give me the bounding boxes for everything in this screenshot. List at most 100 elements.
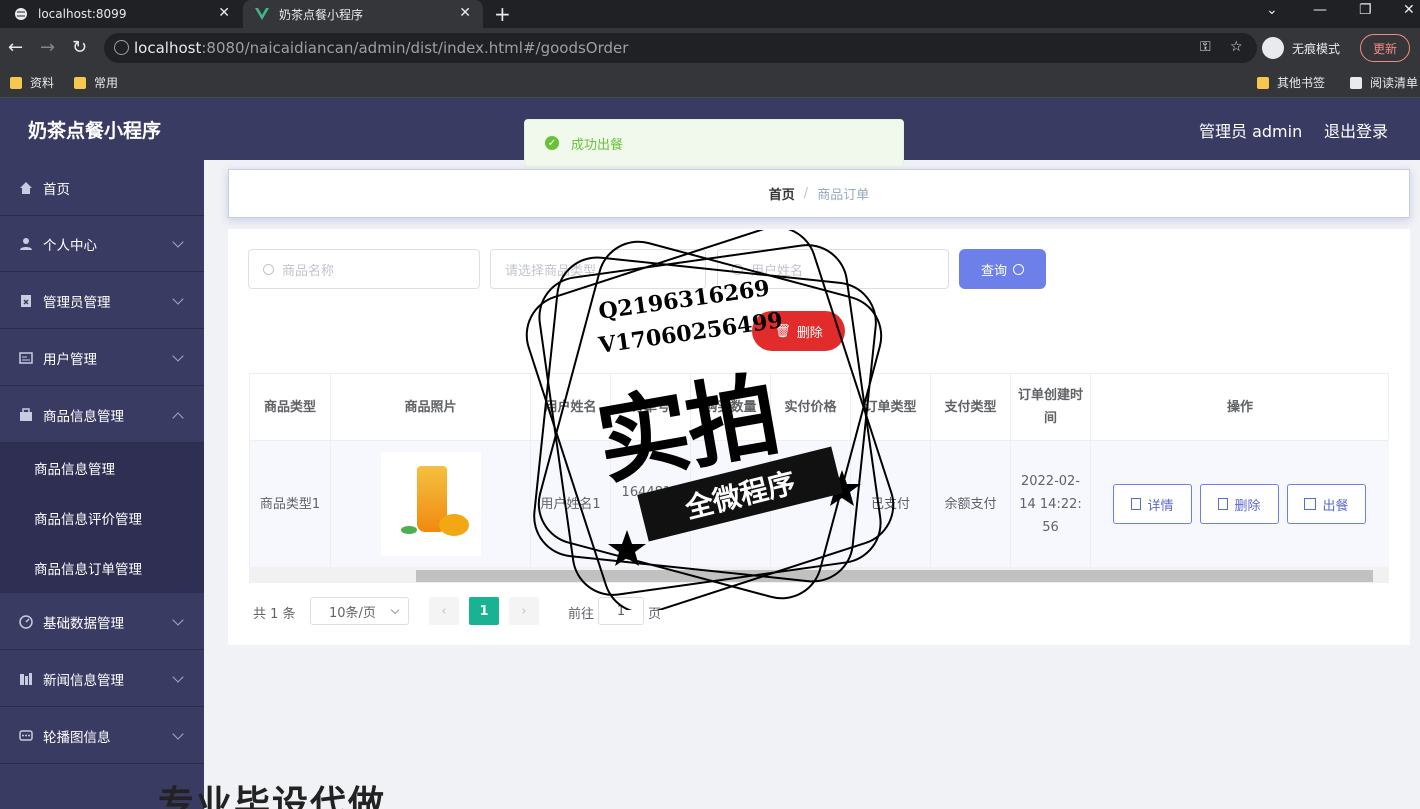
delete-label: 删除 (796, 325, 823, 341)
browser-toolbar: ← → ↻ localhost:8080/naicaidiancan/admin… (0, 28, 1420, 68)
cell-pay-type: 余额支付 (931, 441, 1011, 567)
incognito-label: 无痕模式 (1292, 41, 1341, 56)
goto-unit: 页 (648, 607, 662, 622)
key-icon[interactable]: ⚿ (1200, 39, 1211, 55)
globe-icon (14, 7, 28, 21)
browser-tab-title: localhost:8099 (38, 7, 127, 21)
address-bar[interactable]: localhost:8080/naicaidiancan/admin/dist/… (104, 33, 1257, 63)
table-header: 实付价格 (771, 374, 851, 441)
bookmarks-bar: 资料 常用 其他书签 阅读清单 (0, 68, 1420, 98)
current-user: 管理员 admin (1199, 122, 1303, 141)
browser-tabbar: localhost:8099 ✕ 奶茶点餐小程序 ✕ + ⌄ — ❐ ✕ (0, 0, 1420, 28)
goods-type-select[interactable]: 请选择商品类型 (490, 249, 706, 289)
new-tab-icon[interactable]: + (494, 2, 511, 26)
users-icon (18, 350, 33, 365)
sidebar-item-label: 基础数据管理 (43, 615, 124, 632)
success-toast: ✓ 成功出餐 (524, 119, 904, 167)
input-placeholder: 商品名称 (282, 263, 335, 279)
table-header: 支付类型 (931, 374, 1011, 441)
reading-list-icon (1350, 76, 1362, 89)
bookmark-label: 其他书签 (1277, 76, 1326, 90)
reading-list[interactable]: 阅读清单 (1350, 74, 1418, 91)
cell-goods-type: 商品类型1 (250, 441, 331, 567)
close-window-icon[interactable]: ✕ (1403, 2, 1415, 18)
sidebar-item-label: 商品信息管理 (43, 408, 124, 425)
sidebar-item-basic-data[interactable]: 基础数据管理 (0, 594, 204, 650)
sidebar-subitem-goods-info[interactable]: 商品信息管理 (0, 443, 204, 493)
page-size-value: 10条/页 (329, 605, 376, 621)
sidebar-item-news[interactable]: 新闻信息管理 (0, 651, 204, 707)
table-header: 操作 (1091, 374, 1389, 441)
search-icon (1013, 263, 1024, 275)
goods-photo (380, 452, 481, 556)
breadcrumb-home[interactable]: 首页 (769, 184, 795, 203)
logout-link[interactable]: 退出登录 (1324, 118, 1388, 142)
goto-page-input[interactable]: 1 (598, 597, 644, 625)
incognito-indicator[interactable]: 无痕模式 (1262, 33, 1340, 63)
sidebar-item-carousel[interactable]: 轮播图信息 (0, 708, 204, 764)
sidebar-item-home[interactable]: 首页 (0, 160, 204, 216)
sidebar-item-goods[interactable]: 商品信息管理 (0, 387, 204, 443)
check-circle-icon: ✓ (545, 136, 559, 150)
sidebar-item-admins[interactable]: 管理员管理 (0, 273, 204, 329)
query-label: 查询 (980, 263, 1007, 279)
detail-label: 详情 (1147, 498, 1174, 514)
home-icon (18, 180, 33, 195)
close-icon[interactable]: ✕ (218, 5, 230, 21)
bookmark-folder[interactable]: 其他书签 (1257, 74, 1325, 91)
bookmark-folder[interactable]: 资料 (10, 74, 54, 91)
sidebar-subitem-goods-review[interactable]: 商品信息评价管理 (0, 493, 204, 543)
sidebar-item-label: 用户管理 (43, 351, 97, 368)
delete-button[interactable]: 删除 (1200, 484, 1279, 524)
page-size-select[interactable]: 10条/页 (310, 597, 409, 625)
chevron-down-icon (172, 293, 184, 305)
folder-icon (10, 76, 22, 89)
sidebar-item-profile[interactable]: 个人中心 (0, 216, 204, 272)
next-page-button[interactable]: › (509, 597, 539, 625)
data-icon (18, 614, 33, 629)
serve-label: 出餐 (1322, 498, 1349, 514)
serve-button[interactable]: 出餐 (1287, 484, 1366, 524)
update-button[interactable]: 更新 (1360, 34, 1410, 62)
bookmark-label: 资料 (30, 76, 55, 90)
query-button[interactable]: 查询 (959, 249, 1046, 289)
goods-icon (18, 407, 33, 422)
restore-icon[interactable]: ❐ (1359, 2, 1372, 18)
toast-message: 成功出餐 (571, 137, 624, 153)
minimize-icon[interactable]: — (1313, 2, 1327, 18)
breadcrumb: 首页 / 商品订单 (228, 169, 1410, 218)
chevron-down-icon (390, 605, 400, 615)
reload-icon[interactable]: ↻ (72, 37, 87, 58)
pagination-total: 共 1 条 (253, 607, 296, 622)
back-icon[interactable]: ← (8, 37, 23, 58)
browser-tab-1[interactable]: localhost:8099 ✕ (0, 0, 242, 28)
browser-tab-2[interactable]: 奶茶点餐小程序 ✕ (243, 0, 483, 28)
prev-page-button[interactable]: ‹ (429, 597, 459, 625)
browser-tab-title: 奶茶点餐小程序 (279, 7, 364, 22)
goto-label: 前往 (568, 607, 595, 622)
chevron-down-icon (172, 728, 184, 740)
search-icon (732, 263, 743, 275)
search-icon (263, 263, 274, 275)
info-icon[interactable] (114, 40, 129, 55)
star-icon[interactable]: ☆ (1230, 39, 1243, 55)
forward-icon[interactable]: → (40, 37, 55, 58)
user-icon (18, 236, 33, 251)
sidebar-item-users[interactable]: 用户管理 (0, 330, 204, 386)
goods-name-input[interactable]: 商品名称 (248, 249, 480, 289)
page-number-current[interactable]: 1 (469, 597, 499, 625)
bottom-watermark: 专业毕设代做 (158, 784, 387, 809)
chevron-down-icon[interactable]: ⌄ (1266, 2, 1278, 18)
sidebar-subitem-goods-order[interactable]: 商品信息订单管理 (0, 543, 204, 593)
close-icon[interactable]: ✕ (459, 5, 471, 21)
app-title: 奶茶点餐小程序 (0, 98, 204, 160)
detail-button[interactable]: 详情 (1113, 484, 1192, 524)
cell-goods-photo (331, 441, 531, 567)
url-path: :8080/naicaidiancan/admin/dist/index.htm… (201, 39, 629, 57)
bookmark-label: 阅读清单 (1370, 76, 1419, 90)
news-icon (18, 671, 33, 686)
bookmark-folder[interactable]: 常用 (74, 74, 118, 91)
chevron-up-icon (172, 412, 184, 424)
scrollbar-thumb[interactable] (416, 570, 1373, 582)
table-header: 订单类型 (851, 374, 931, 441)
